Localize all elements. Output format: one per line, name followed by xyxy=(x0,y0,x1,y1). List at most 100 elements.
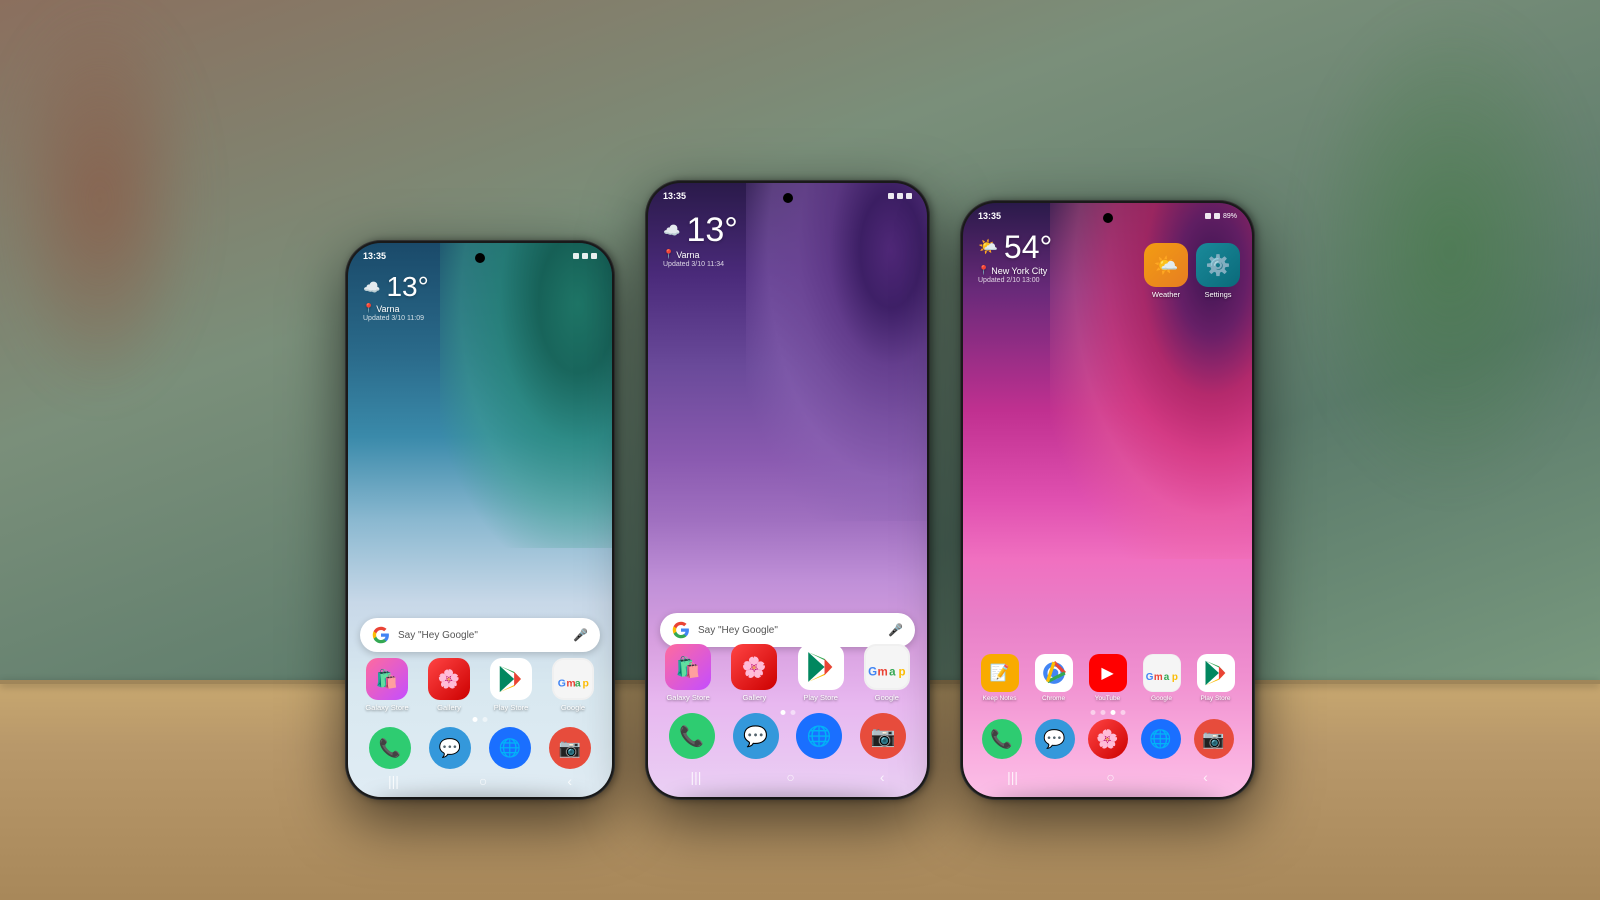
app-play-store-left[interactable]: Play Store xyxy=(484,658,538,712)
dock-messages-right[interactable]: 💬 xyxy=(1035,719,1075,759)
camera-hole-right xyxy=(1103,213,1113,223)
weather-updated-right: Updated 2/10 13:00 xyxy=(978,277,1052,284)
dock-phone-left[interactable]: 📞 xyxy=(369,727,411,769)
app-label-google-left: Google xyxy=(561,703,585,712)
search-hint-middle: Say "Hey Google" xyxy=(698,625,880,636)
screen-middle: 13:35 ☁️ 13° 📍 Varna Updated 3/10 11:34 xyxy=(648,183,927,797)
play-store-icon-left xyxy=(496,664,526,694)
svg-text:p: p xyxy=(1171,672,1177,683)
app-chrome-right[interactable]: Chrome xyxy=(1029,654,1078,702)
app-label-google-right: Google xyxy=(1151,695,1172,702)
svg-text:p: p xyxy=(898,666,905,678)
google-logo-left xyxy=(372,626,390,644)
dock-phone-right[interactable]: 📞 xyxy=(982,719,1022,759)
dock-messages-middle[interactable]: 💬 xyxy=(733,713,779,759)
wifi-icon-right xyxy=(1214,213,1220,219)
screen-right: 13:35 89% 🌤️ 54° 📍 New York City Updated… xyxy=(963,203,1252,797)
mic-icon-middle[interactable]: 🎤 xyxy=(888,623,903,637)
app-google-left[interactable]: G m a p Google xyxy=(546,658,600,712)
weather-widget-middle: ☁️ 13° 📍 Varna Updated 3/10 11:34 xyxy=(663,213,738,268)
nav-back-middle[interactable]: ‹ xyxy=(880,769,885,785)
top-apps-right: 🌤️ Weather ⚙️ Settings xyxy=(1144,243,1240,299)
search-bar-middle[interactable]: Say "Hey Google" 🎤 xyxy=(660,613,915,647)
nav-recents-middle[interactable]: ||| xyxy=(690,769,701,785)
weather-widget-left: ☁️ 13° 📍 Varna Updated 3/10 11:09 xyxy=(363,273,429,322)
dock-phone-middle[interactable]: 📞 xyxy=(669,713,715,759)
nav-bar-left: ||| ○ ‹ xyxy=(348,773,612,789)
app-keep-right[interactable]: 📝 Keep Notes xyxy=(975,654,1024,702)
svg-text:a: a xyxy=(575,679,581,690)
camera-hole-left xyxy=(475,253,485,263)
nav-recents-right[interactable]: ||| xyxy=(1007,769,1018,785)
dock-camera-left[interactable]: 📷 xyxy=(549,727,591,769)
app-play-store-middle[interactable]: Play Store xyxy=(793,644,849,702)
nav-back-right[interactable]: ‹ xyxy=(1203,769,1208,785)
app-label-play-store-middle: Play Store xyxy=(803,693,838,702)
app-play-store-right[interactable]: Play Store xyxy=(1191,654,1240,702)
svg-text:G: G xyxy=(558,679,566,690)
app-youtube-right[interactable]: ▶ YouTube xyxy=(1083,654,1132,702)
app-label-play-store-left: Play Store xyxy=(494,703,529,712)
dock-messages-left[interactable]: 💬 xyxy=(429,727,471,769)
battery-icon-middle xyxy=(906,193,912,199)
app-label-gallery-left: Gallery xyxy=(437,703,461,712)
svg-text:p: p xyxy=(583,679,589,690)
svg-text:m: m xyxy=(1153,672,1162,683)
app-galaxy-store-left[interactable]: 🛍️ Galaxy Store xyxy=(360,658,414,712)
svg-text:m: m xyxy=(877,666,887,678)
app-label-weather-right: Weather xyxy=(1152,290,1180,299)
signal-icon-middle xyxy=(888,193,894,199)
app-settings-right[interactable]: ⚙️ Settings xyxy=(1196,243,1240,299)
nav-home-right[interactable]: ○ xyxy=(1106,769,1114,785)
app-weather-right[interactable]: 🌤️ Weather xyxy=(1144,243,1188,299)
status-icons-middle xyxy=(888,193,912,199)
weather-icon-right: 🌤️ xyxy=(978,237,998,257)
nav-home-left[interactable]: ○ xyxy=(479,773,487,789)
search-bar-left[interactable]: Say "Hey Google" 🎤 xyxy=(360,618,600,652)
app-grid-middle: 🛍️ Galaxy Store 🌸 Gallery xyxy=(660,644,915,702)
signal-icon-right xyxy=(1205,213,1211,219)
svg-text:G: G xyxy=(868,666,877,678)
nav-recents-left[interactable]: ||| xyxy=(388,773,399,789)
google-icon-right: G m a p xyxy=(1144,655,1180,691)
app-galaxy-store-middle[interactable]: 🛍️ Galaxy Store xyxy=(660,644,716,702)
weather-widget-right: 🌤️ 54° 📍 New York City Updated 2/10 13:0… xyxy=(978,231,1052,284)
app-google-right[interactable]: G m a p Google xyxy=(1137,654,1186,702)
app-label-gallery-middle: Gallery xyxy=(742,693,766,702)
weather-temp-left: 13° xyxy=(386,273,428,301)
app-label-youtube-right: YouTube xyxy=(1095,695,1121,702)
dock-gallery-right[interactable]: 🌸 xyxy=(1088,719,1128,759)
mic-icon-left[interactable]: 🎤 xyxy=(573,628,588,642)
google-icon-middle: G m a p xyxy=(866,646,908,688)
page-dots-right xyxy=(1090,710,1125,715)
google-logo-middle xyxy=(672,621,690,639)
phone-left: 13:35 ☁️ 13° 📍 Varna Updated 3/10 11:09 xyxy=(345,240,615,800)
play-store-icon-middle xyxy=(804,650,838,684)
nav-bar-middle: ||| ○ ‹ xyxy=(648,769,927,785)
dock-internet-left[interactable]: 🌐 xyxy=(489,727,531,769)
chrome-icon-right xyxy=(1041,660,1067,686)
weather-icon-middle: ☁️ xyxy=(663,222,680,239)
nav-back-left[interactable]: ‹ xyxy=(567,773,572,789)
dot-2-left xyxy=(483,717,488,722)
app-gallery-left[interactable]: 🌸 Gallery xyxy=(422,658,476,712)
wifi-icon-left xyxy=(582,253,588,259)
dock-camera-middle[interactable]: 📷 xyxy=(860,713,906,759)
weather-temp-middle: 13° xyxy=(686,213,737,247)
dock-internet-right[interactable]: 🌐 xyxy=(1141,719,1181,759)
svg-text:a: a xyxy=(1163,672,1169,683)
phone-right: 13:35 89% 🌤️ 54° 📍 New York City Updated… xyxy=(960,200,1255,800)
dock-internet-middle[interactable]: 🌐 xyxy=(796,713,842,759)
dock-camera-right[interactable]: 📷 xyxy=(1194,719,1234,759)
app-google-middle[interactable]: G m a p Google xyxy=(859,644,915,702)
bg-blur-right xyxy=(1300,0,1600,500)
weather-updated-middle: Updated 3/10 11:34 xyxy=(663,261,738,268)
app-gallery-middle[interactable]: 🌸 Gallery xyxy=(726,644,782,702)
app-grid-left: 🛍️ Galaxy Store 🌸 Gallery xyxy=(360,658,600,712)
battery-icon-left xyxy=(591,253,597,259)
dot-1-right xyxy=(1090,710,1095,715)
nav-home-middle[interactable]: ○ xyxy=(786,769,794,785)
weather-location-right: 📍 New York City xyxy=(978,265,1052,276)
weather-location-middle: 📍 Varna xyxy=(663,249,738,260)
phones-container: 13:35 ☁️ 13° 📍 Varna Updated 3/10 11:09 xyxy=(345,180,1255,800)
